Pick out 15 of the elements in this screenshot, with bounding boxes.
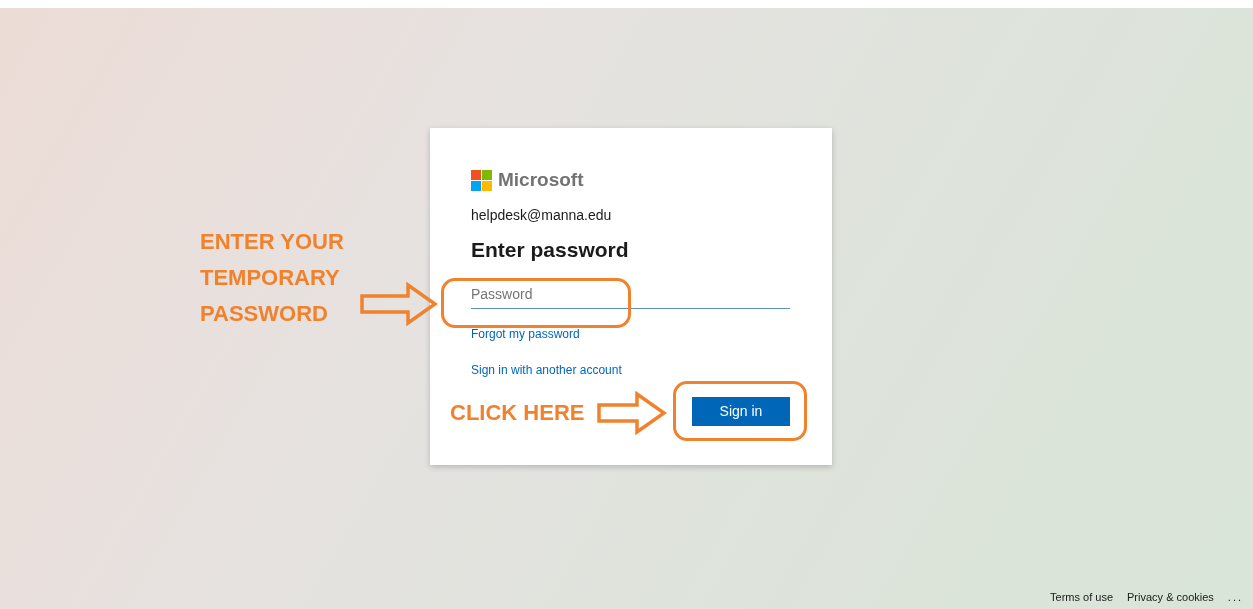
page-heading: Enter password (471, 236, 630, 263)
terms-link[interactable]: Terms of use (1050, 588, 1113, 605)
logo-icon (471, 169, 492, 191)
privacy-link[interactable]: Privacy & cookies (1127, 588, 1214, 605)
arrow-icon (360, 282, 438, 326)
password-field[interactable]: Password (471, 279, 790, 309)
button-instruction: CLICK HERE (450, 399, 585, 427)
account-email: helpdesk@manna.edu (471, 205, 613, 225)
password-instruction: ENTER YOUR TEMPORARY PASSWORD (200, 228, 345, 328)
forgot-password-link[interactable]: Forgot my password (471, 325, 580, 343)
sign-in-button[interactable]: Sign in (692, 397, 790, 426)
brand-name: Microsoft (498, 168, 584, 192)
arrow-icon (597, 391, 667, 435)
more-button[interactable]: ... (1227, 588, 1243, 605)
other-account-link[interactable]: Sign in with another account (471, 361, 622, 379)
